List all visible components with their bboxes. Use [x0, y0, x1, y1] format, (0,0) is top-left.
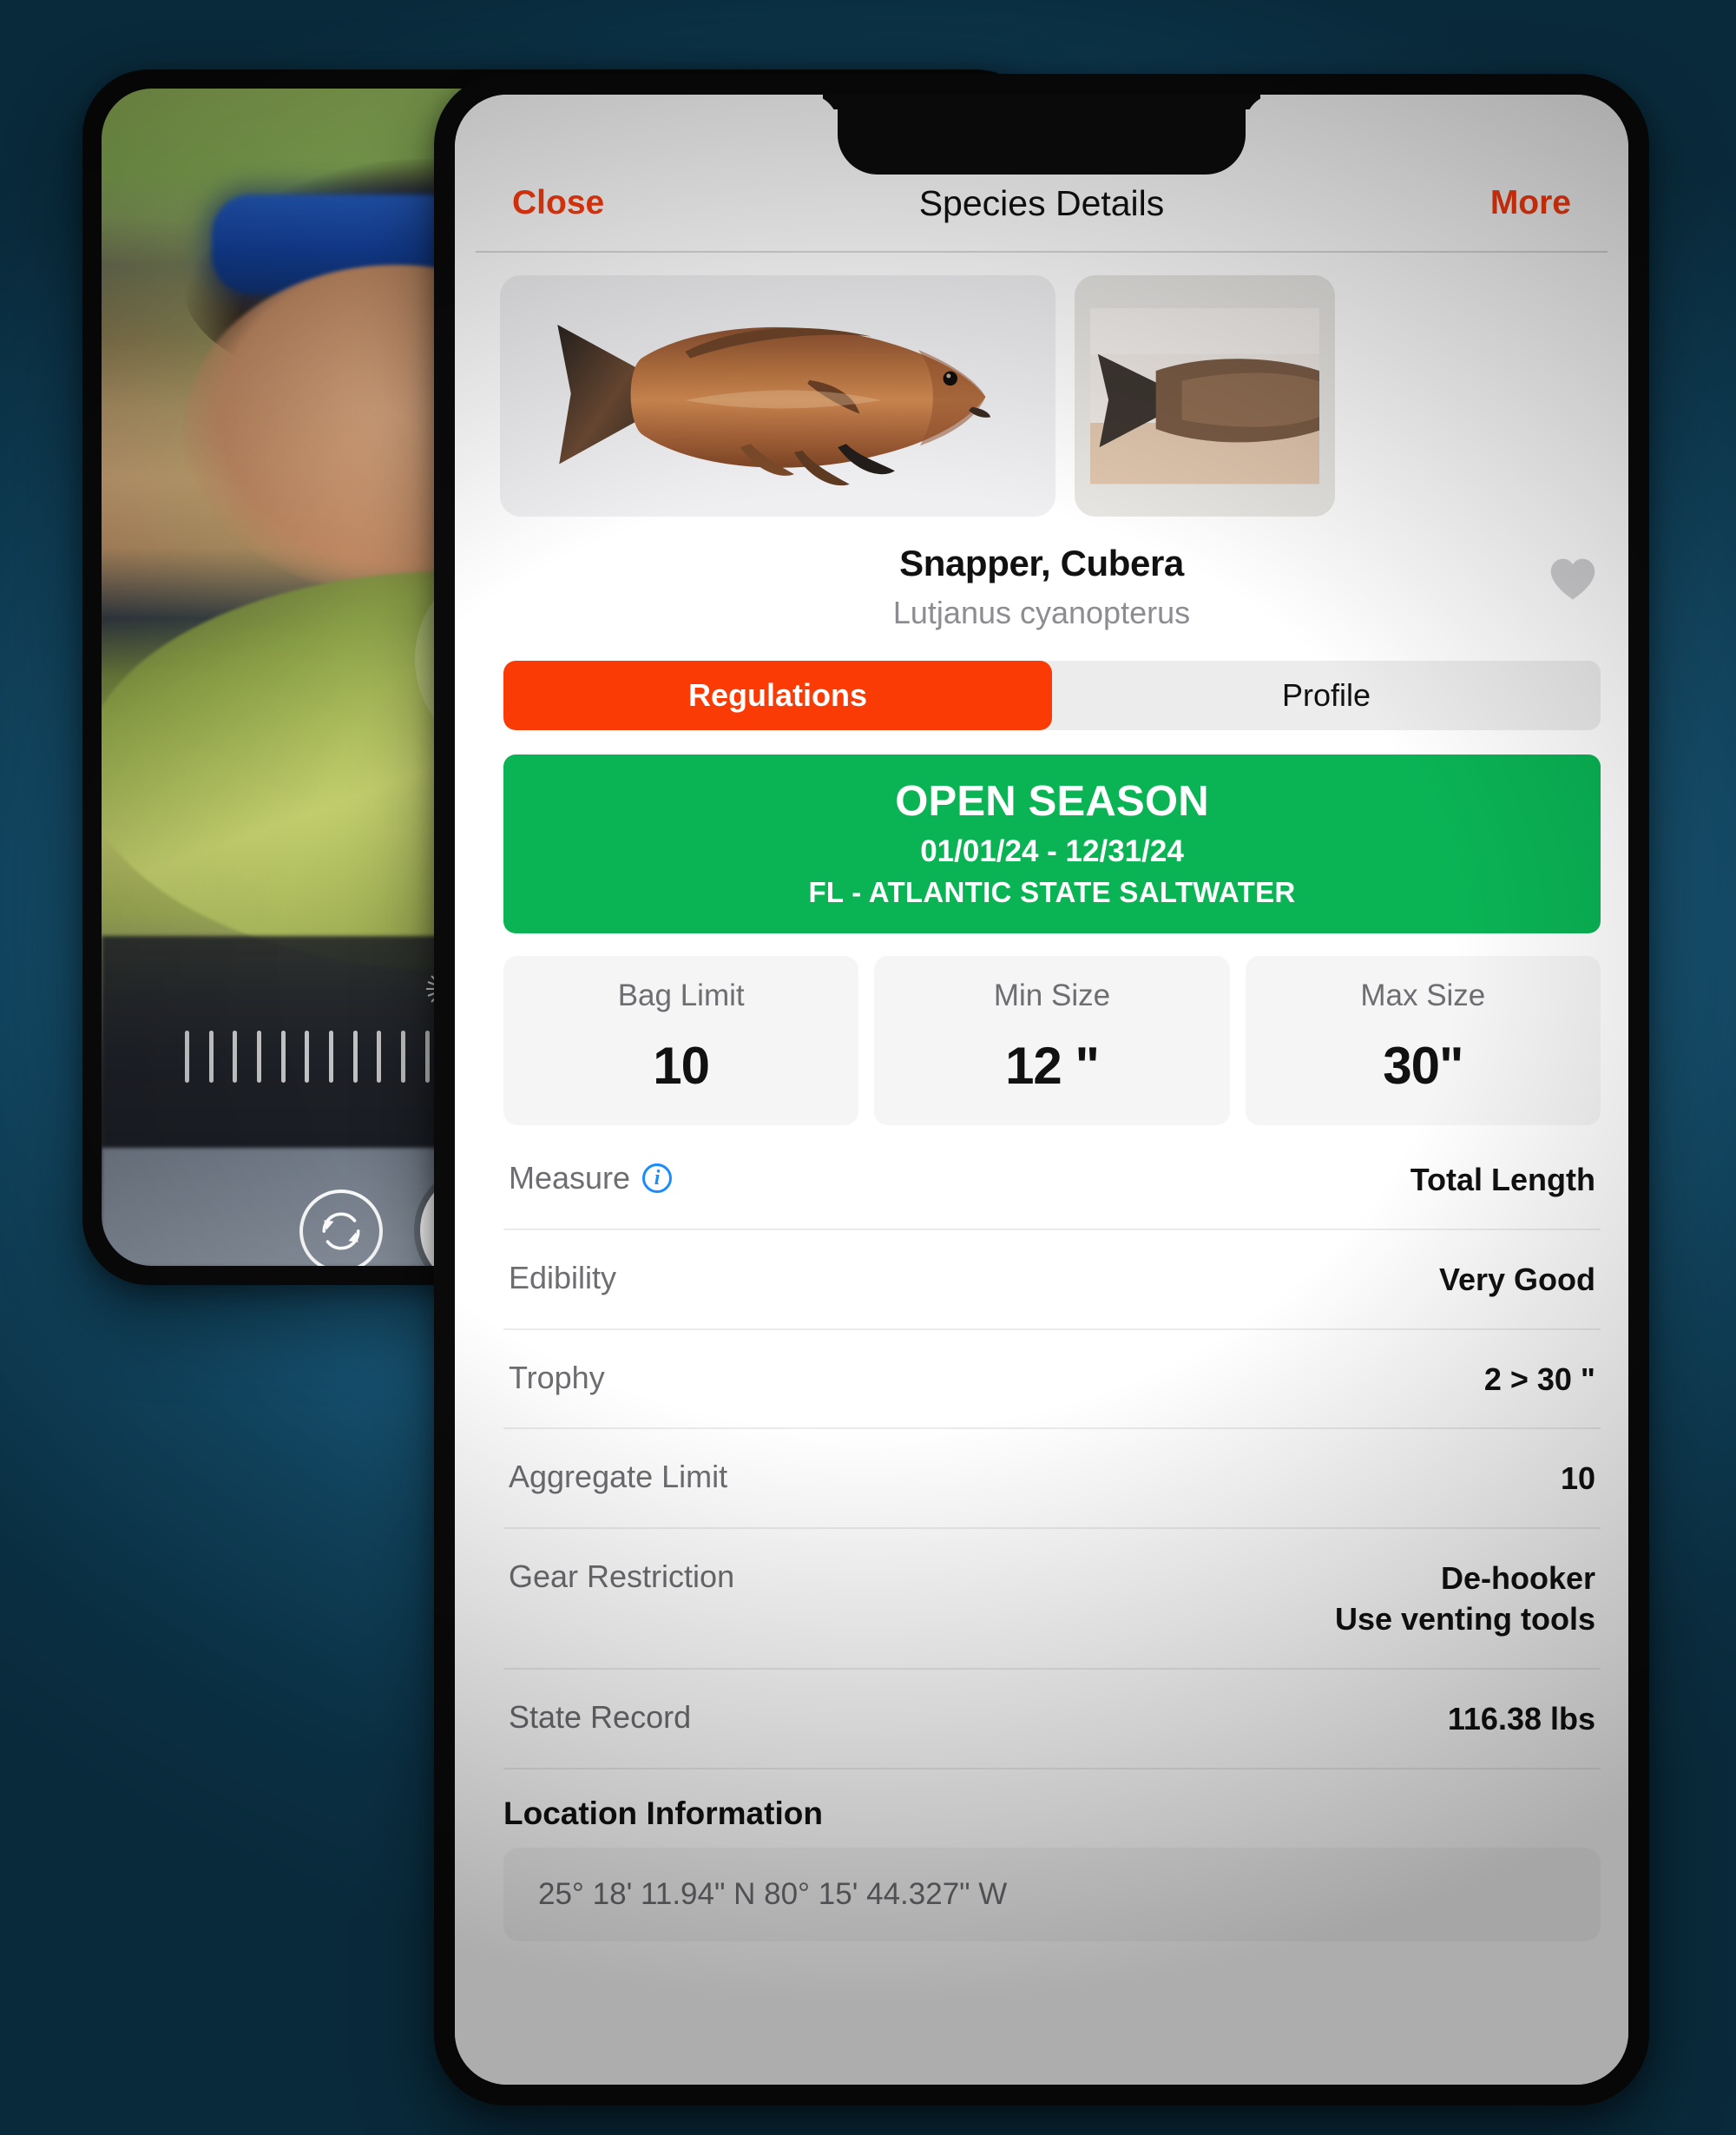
species-name-block: Snapper, Cubera Lutjanus cyanopterus: [476, 543, 1608, 631]
detail-row-state-record: State Record 116.38 lbs: [503, 1670, 1601, 1769]
regulations-profile-tabs[interactable]: Regulations Profile: [503, 661, 1601, 730]
stat-label: Min Size: [993, 979, 1111, 1012]
detail-value-line-2: Use venting tools: [1334, 1600, 1595, 1637]
tab-regulations[interactable]: Regulations: [503, 661, 1052, 730]
location-coordinates: 25° 18' 11.94" N 80° 15' 44.327" W: [538, 1876, 1008, 1911]
detail-value: Very Good: [1438, 1261, 1595, 1297]
stat-label: Max Size: [1360, 979, 1486, 1012]
stat-card-bag-limit: Bag Limit 10: [503, 956, 859, 1125]
heart-icon[interactable]: [1545, 551, 1601, 607]
season-date-range: 01/01/24 - 12/31/24: [920, 834, 1184, 868]
page-title: Species Details: [918, 182, 1165, 223]
stat-card-max-size: Max Size 30": [1245, 956, 1601, 1125]
season-status-label: OPEN SEASON: [895, 778, 1209, 825]
detail-label-wrap: Edibility: [509, 1260, 616, 1296]
detail-label-wrap: Aggregate Limit: [509, 1459, 727, 1495]
more-button[interactable]: More: [1490, 184, 1571, 222]
detail-label-wrap: Trophy: [509, 1360, 605, 1396]
detail-label: Measure: [509, 1160, 631, 1196]
species-scientific-name: Lutjanus cyanopterus: [892, 595, 1191, 630]
season-status-banner: OPEN SEASON 01/01/24 - 12/31/24 FL - ATL…: [503, 754, 1601, 933]
snapper-held-illustration: [1090, 307, 1319, 484]
species-details-app: Close Species Details More Snapper, Cube…: [455, 95, 1628, 2085]
season-region-label: FL - ATLANTIC STATE SALTWATER: [808, 876, 1296, 908]
detail-value: Total Length: [1410, 1162, 1595, 1197]
rotate-camera-icon[interactable]: [299, 1189, 383, 1266]
species-details-screen: Close Species Details More Snapper, Cube…: [455, 95, 1628, 2085]
detail-value-multiline: De-hooker Use venting tools: [1335, 1558, 1595, 1640]
detail-row-gear-restriction: Gear Restriction De-hooker Use venting t…: [503, 1529, 1601, 1670]
right-phone-device: Close Species Details More Snapper, Cube…: [434, 74, 1649, 2105]
detail-value: 2 > 30 ": [1483, 1361, 1595, 1397]
species-photo-secondary[interactable]: [1075, 275, 1335, 517]
detail-label: Edibility: [509, 1259, 617, 1295]
detail-label: Aggregate Limit: [509, 1459, 728, 1495]
detail-row-measure: Measure i Total Length: [503, 1130, 1601, 1230]
detail-row-edibility: Edibility Very Good: [503, 1230, 1601, 1330]
detail-label: Gear Restriction: [509, 1558, 735, 1595]
species-photo-primary[interactable]: [500, 275, 1055, 517]
stat-value: 10: [653, 1037, 710, 1095]
stat-value: 12 ": [1005, 1037, 1100, 1095]
detail-row-trophy: Trophy 2 > 30 ": [503, 1330, 1601, 1430]
detail-row-aggregate-limit: Aggregate Limit 10: [503, 1429, 1601, 1530]
close-button[interactable]: Close: [512, 184, 604, 222]
detail-label-wrap: Gear Restriction: [509, 1558, 734, 1595]
detail-label: State Record: [509, 1698, 692, 1735]
species-image-carousel[interactable]: [476, 253, 1628, 517]
detail-value-line-1: De-hooker: [1440, 1560, 1595, 1597]
device-notch: [838, 95, 1246, 175]
regulation-detail-list: Measure i Total Length Edibility Very Go…: [503, 1130, 1601, 1769]
detail-value: 10: [1560, 1460, 1595, 1497]
location-section-title: Location Information: [503, 1795, 823, 1831]
snapper-illustration: [557, 324, 991, 485]
detail-label-wrap: Measure i: [509, 1160, 673, 1196]
detail-label: Trophy: [509, 1359, 605, 1395]
screenshot-scene: Close Species Details More Snapper, Cube…: [0, 0, 1736, 2135]
detail-label-wrap: State Record: [509, 1699, 691, 1736]
stat-label: Bag Limit: [617, 979, 745, 1012]
tab-profile[interactable]: Profile: [1052, 661, 1601, 730]
limits-summary-cards: Bag Limit 10 Min Size 12 " Max Size 30": [503, 956, 1601, 1125]
stat-value: 30": [1383, 1037, 1463, 1095]
species-common-name: Snapper, Cubera: [899, 543, 1184, 583]
detail-value: 116.38 lbs: [1447, 1700, 1595, 1736]
info-icon[interactable]: i: [642, 1163, 673, 1193]
location-card[interactable]: 25° 18' 11.94" N 80° 15' 44.327" W: [503, 1847, 1601, 1941]
stat-card-min-size: Min Size 12 ": [874, 956, 1230, 1125]
